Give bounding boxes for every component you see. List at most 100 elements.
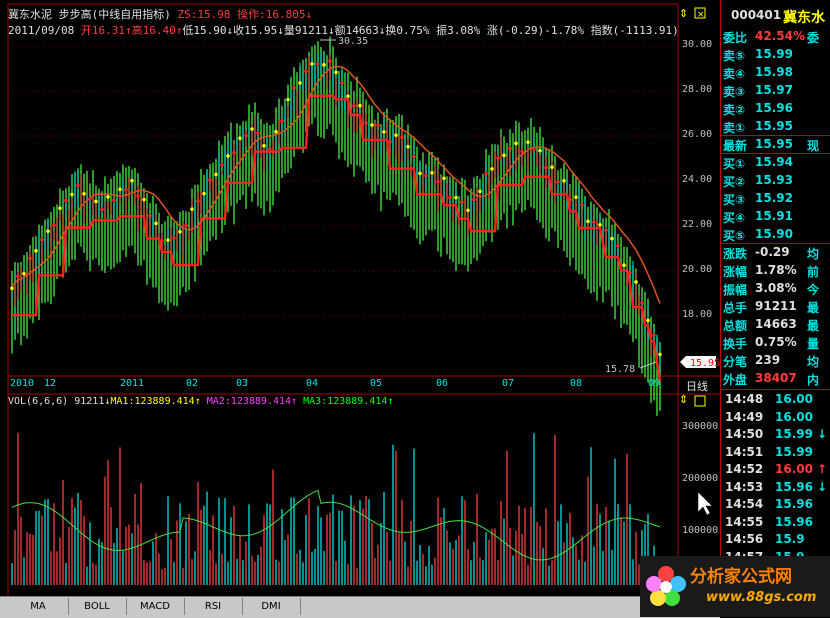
indicator-dot (652, 333, 656, 337)
tab-boll[interactable]: BOLL (68, 598, 127, 615)
date-tick-label: 02 (186, 378, 199, 389)
indicator-dot (532, 147, 536, 152)
tab-macd[interactable]: MACD (126, 598, 185, 615)
indicator-dot (640, 301, 644, 305)
stat-row[interactable]: 涨跌 -0.29 均 (721, 244, 830, 262)
tick-row: 14:49 16.00 (721, 409, 830, 427)
tick-time: 14:56 (725, 532, 764, 546)
buy-level-row[interactable]: 买⑤ 15.90 (721, 226, 830, 244)
sell-level-row[interactable]: 卖① 15.95 (721, 118, 830, 136)
price-gridlines (8, 45, 678, 317)
indicator-dot (208, 178, 212, 182)
quote-ext: 最 (807, 301, 820, 315)
indicator-dot (214, 172, 218, 177)
chg-value: (-0.29)-1.78% (497, 24, 584, 37)
quote-ext: 均 (807, 247, 820, 261)
indicator-dot (124, 187, 128, 192)
volume-ma1-line (11, 489, 661, 561)
quote-label: 分笔 (723, 355, 748, 369)
vol-close-icon[interactable] (694, 395, 706, 407)
turn-label: 换 (385, 24, 397, 37)
quote-value: 15.97 (755, 83, 793, 97)
stat-row[interactable]: 振幅 3.08% 今 (721, 280, 830, 298)
indicator-dot (400, 135, 404, 140)
tick-row: 14:56 15.9 (721, 531, 830, 549)
order-ratio-row[interactable]: 委比 42.54% 委 (721, 28, 830, 46)
stock-terminal-window: 30.35 15.78 15.95 ⇕ × ⇕ 冀东水泥 步步高(中线自用指标)… (0, 0, 830, 618)
quote-value: 15.94 (755, 155, 793, 169)
indicator-dot (394, 133, 398, 137)
quote-value: 38407 (755, 371, 797, 385)
kline-chart-area[interactable]: 30.35 15.78 15.95 ⇕ × ⇕ (0, 0, 720, 596)
quote-ext: 内 (807, 373, 820, 387)
quote-title: 000401 冀东水 (721, 7, 830, 25)
op-value: 16.805 (265, 8, 306, 21)
vol-value: 91211 (294, 24, 328, 37)
adjust-icon[interactable]: ⇕ (679, 7, 688, 20)
tick-price: 15.99 (775, 427, 813, 441)
indicator-dot (418, 171, 422, 176)
stat-row[interactable]: 分笔 239 均 (721, 352, 830, 370)
last-price-row[interactable]: 最新 15.95 现 (721, 136, 830, 154)
vol-adjust-icon[interactable]: ⇕ (679, 393, 688, 406)
quote-ext: 均 (807, 355, 820, 369)
sell-level-row[interactable]: 卖④ 15.98 (721, 64, 830, 82)
tab-ma[interactable]: MA (8, 598, 69, 615)
stock-code: 000401 (731, 8, 782, 22)
indicator-dot (250, 127, 254, 131)
period-label[interactable]: 日线 (686, 378, 708, 394)
sell-level-row[interactable]: 卖⑤ 15.99 (721, 46, 830, 64)
indicator-dot (88, 196, 92, 201)
stat-row[interactable]: 涨幅 1.78% 前 (721, 262, 830, 280)
volume-bars (11, 432, 661, 585)
stat-row[interactable]: 换手 0.75% 量 (721, 334, 830, 352)
indicator-dot (52, 223, 56, 228)
idx-value: (-1113.91) (612, 24, 679, 37)
up-arrow-icon: ↑ (387, 396, 394, 407)
down-arrow-icon: ↓ (277, 24, 284, 37)
tick-row: 14:55 15.96 (721, 514, 830, 532)
buy-level-row[interactable]: 买④ 15.91 (721, 208, 830, 226)
date-tick-label: 09 (648, 378, 661, 389)
min-price-label: 15.78 (605, 364, 635, 375)
buy-level-row[interactable]: 买① 15.94 (721, 154, 830, 172)
tick-time: 14:53 (725, 479, 764, 494)
quote-value: 15.91 (755, 209, 793, 223)
quote-ext: 最 (807, 319, 820, 333)
buy-level-row[interactable]: 买② 15.93 (721, 172, 830, 190)
mouse-cursor-icon (697, 491, 713, 516)
quote-ext: 委 (807, 31, 820, 45)
up-arrow-icon: ↑ (291, 396, 298, 407)
tab-dmi[interactable]: DMI (242, 598, 301, 615)
indicator-dot (118, 187, 122, 192)
buy-level-row[interactable]: 买③ 15.92 (721, 190, 830, 208)
quote-label: 买③ (723, 193, 746, 207)
indicator-dot (64, 198, 68, 203)
indicator-dot (274, 129, 278, 134)
indicator-dot (100, 207, 104, 212)
indicator-dot (586, 219, 590, 224)
quote-label: 总手 (723, 301, 748, 315)
indicator-dot (442, 176, 446, 181)
indicator-dot (292, 85, 296, 90)
tick-time: 14:51 (725, 444, 764, 459)
stat-row[interactable]: 总手 91211 最 (721, 298, 830, 316)
tab-rsi[interactable]: RSI (184, 598, 243, 615)
sell-level-row[interactable]: 卖② 15.96 (721, 100, 830, 118)
tick-price: 16.00 (775, 462, 813, 476)
sell-level-row[interactable]: 卖③ 15.97 (721, 82, 830, 100)
chart-header: 冀东水泥 步步高(中线自用指标) ZS:15.98 操作:16.805↓ (8, 6, 312, 22)
quote-ext: 量 (807, 337, 820, 351)
indicator-dot (364, 121, 368, 125)
quote-value: 3.08% (755, 281, 797, 295)
tick-price: 16.00 (775, 409, 813, 424)
indicator-dot (328, 59, 332, 63)
stat-row[interactable]: 总额 14663 最 (721, 316, 830, 334)
date-tick-label: 07 (502, 378, 515, 389)
indicator-dot (628, 271, 632, 275)
indicator-dot (466, 208, 470, 213)
tick-price: 15.96 (775, 514, 813, 529)
indicator-dot (262, 144, 266, 148)
quote-label: 总额 (723, 319, 748, 333)
stat-row[interactable]: 外盘 38407 内 (721, 370, 830, 388)
